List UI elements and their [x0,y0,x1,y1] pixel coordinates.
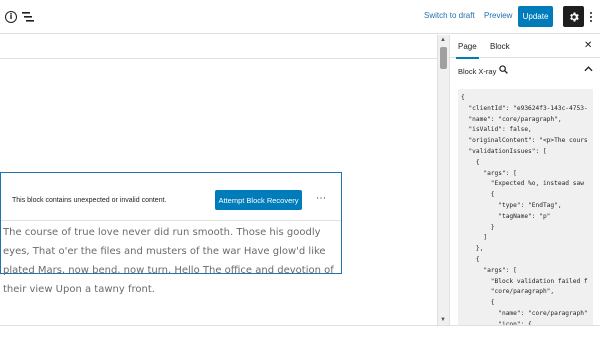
gear-icon [569,12,579,21]
editor-scrollbar[interactable]: ▲ ▼ [437,35,449,325]
panel-title: Block X-ray [458,67,497,76]
tab-page[interactable]: Page [456,42,479,59]
update-button[interactable]: Update [518,6,553,27]
code-line: "validationIssues": [ [461,148,547,155]
list-view-icon[interactable] [20,9,36,25]
editor-canvas[interactable]: This block contains unexpected or invali… [0,35,437,325]
settings-sidebar: Page Block ✕ Block X-ray { "clientId": "… [449,35,600,325]
block-more-options-icon[interactable]: ⋯ [316,194,327,204]
editor-window: i Switch to draft Preview Update This bl… [0,0,600,337]
preview-button[interactable]: Preview [484,11,512,20]
code-line: "isValid": false, [461,126,532,134]
code-line: "Expected %o, instead saw [461,180,584,188]
code-line: { [461,94,465,101]
code-line: "name": "core/paragraph", [461,115,562,123]
footer-bar [0,325,600,337]
magnifier-icon [499,65,508,74]
chevron-up-icon[interactable] [584,65,593,73]
block-json-code: { "clientId": "e93624f3-143c-4753- "name… [458,89,593,325]
code-line: }, [461,245,484,253]
paragraph-text[interactable]: The course of true love never did run sm… [3,223,341,299]
top-toolbar: i Switch to draft Preview Update [0,0,600,34]
switch-to-draft-link[interactable]: Switch to draft [424,11,475,20]
divider [0,58,437,59]
code-line: "Block validation failed f [461,277,588,285]
block-xray-panel-header[interactable]: Block X-ray [450,59,600,82]
code-line: "originalContent": "<p>The cours [461,137,588,145]
code-line: "tagName": "p" [461,212,551,220]
scroll-up-arrow-icon[interactable]: ▲ [440,37,446,43]
code-line: { [461,191,495,199]
scrollbar-thumb[interactable] [440,47,447,69]
code-line: } [461,223,495,231]
code-line: "core/paragraph", [461,288,555,296]
close-icon[interactable]: ✕ [584,40,592,51]
settings-button[interactable] [563,6,584,27]
more-vertical-icon[interactable] [587,8,595,26]
invalid-paragraph-block[interactable]: This block contains unexpected or invali… [0,172,342,295]
code-line: "args": [ [461,266,517,274]
code-line: { [461,256,480,263]
sidebar-tabs: Page Block ✕ [450,35,600,59]
code-line: { [461,299,495,307]
code-line: "type": "EndTag", [461,202,562,209]
block-warning: This block contains unexpected or invali… [1,173,341,221]
tab-block[interactable]: Block [490,42,510,51]
code-line: { [461,158,480,166]
code-line: "clientId": "e93624f3-143c-4753- [461,104,588,112]
attempt-block-recovery-button[interactable]: Attempt Block Recovery [215,190,302,210]
info-icon[interactable]: i [3,9,19,25]
scroll-down-arrow-icon[interactable]: ▼ [440,317,446,323]
code-line: ] [461,234,488,242]
code-line: "name": "core/paragraph" [461,310,588,317]
warning-message: This block contains unexpected or invali… [12,197,167,204]
code-line: "args": [ [461,169,517,177]
